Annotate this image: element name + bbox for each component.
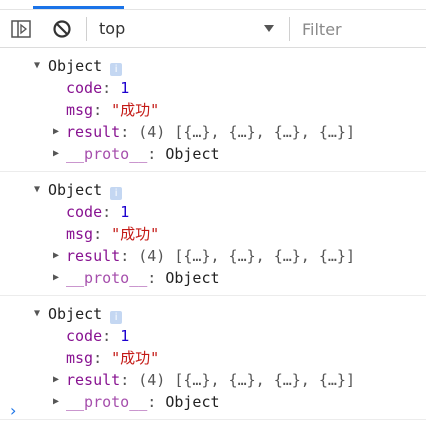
collapsed-triangle-icon[interactable]: ▶	[53, 245, 59, 267]
expanded-triangle-icon[interactable]: ▼	[34, 179, 40, 201]
expanded-triangle-icon[interactable]: ▼	[34, 303, 40, 325]
property-key: code	[66, 203, 103, 221]
console-message: ▼ Object i code: 1 msg: "成功" ▶ result: (4…	[0, 296, 426, 420]
console-message: ▼ Object i code: 1 msg: "成功" ▶ result: (4…	[0, 172, 426, 296]
object-header[interactable]: ▼ Object i	[0, 55, 426, 77]
property-row-expandable[interactable]: ▶ __proto__: Object	[0, 143, 426, 165]
console-message: ▼ Object i code: 1 msg: "成功" ▶ result: (4…	[0, 48, 426, 172]
collapsed-triangle-icon[interactable]: ▶	[53, 121, 59, 143]
property-value: Object	[165, 145, 220, 163]
property-row-expandable[interactable]: ▶ result: (4) [{…}, {…}, {…}, {…}]	[0, 369, 426, 391]
property-row: msg: "成功"	[66, 101, 160, 119]
context-selector-label[interactable]: top	[99, 19, 125, 39]
property-value: "成功"	[111, 225, 160, 243]
collapsed-triangle-icon[interactable]: ▶	[53, 369, 59, 391]
property-row: msg: "成功"	[66, 349, 160, 367]
filter-input[interactable]	[302, 18, 420, 40]
object-header[interactable]: ▼ Object i	[0, 303, 426, 325]
array-summary: (4) [{…}, {…}, {…}, {…}]	[138, 371, 355, 389]
array-summary: (4) [{…}, {…}, {…}, {…}]	[138, 247, 355, 265]
console-prompt-icon[interactable]: ›	[10, 400, 16, 422]
property-key: result	[66, 247, 121, 265]
property-row-expandable[interactable]: ▶ __proto__: Object	[0, 391, 426, 413]
object-title: Object	[48, 181, 103, 199]
sidebar-toggle-icon[interactable]	[11, 20, 31, 38]
expanded-triangle-icon[interactable]: ▼	[34, 55, 40, 77]
property-key: msg	[66, 101, 94, 119]
collapsed-triangle-icon[interactable]: ▶	[53, 143, 59, 165]
property-key: result	[66, 123, 121, 141]
property-value: "成功"	[111, 349, 160, 367]
property-key: code	[66, 79, 103, 97]
property-row: code: 1	[66, 327, 130, 345]
property-row-expandable[interactable]: ▶ __proto__: Object	[0, 267, 426, 289]
property-key: __proto__	[66, 269, 148, 287]
toolbar-divider	[86, 17, 87, 41]
drawer-tab-strip	[0, 0, 426, 10]
property-key: __proto__	[66, 393, 148, 411]
property-key: __proto__	[66, 145, 148, 163]
clear-console-icon[interactable]	[52, 19, 72, 39]
info-icon[interactable]: i	[110, 311, 123, 324]
active-tab-indicator	[33, 6, 124, 9]
collapsed-triangle-icon[interactable]: ▶	[53, 391, 59, 413]
property-key: code	[66, 327, 103, 345]
property-row: msg: "成功"	[66, 225, 160, 243]
object-header[interactable]: ▼ Object i	[0, 179, 426, 201]
property-row-expandable[interactable]: ▶ result: (4) [{…}, {…}, {…}, {…}]	[0, 245, 426, 267]
property-row: code: 1	[66, 79, 130, 97]
console-messages: ▼ Object i code: 1 msg: "成功" ▶ result: (4…	[0, 48, 426, 420]
collapsed-triangle-icon[interactable]: ▶	[53, 267, 59, 289]
array-summary: (4) [{…}, {…}, {…}, {…}]	[138, 123, 355, 141]
property-row-expandable[interactable]: ▶ result: (4) [{…}, {…}, {…}, {…}]	[0, 121, 426, 143]
property-key: msg	[66, 349, 94, 367]
property-value: Object	[165, 269, 220, 287]
property-key: result	[66, 371, 121, 389]
property-value: Object	[165, 393, 220, 411]
property-row: code: 1	[66, 203, 130, 221]
chevron-down-icon[interactable]	[262, 21, 276, 35]
info-icon[interactable]: i	[110, 187, 123, 200]
property-value: 1	[120, 203, 130, 221]
toolbar-divider	[289, 17, 290, 41]
property-value: "成功"	[111, 101, 160, 119]
info-icon[interactable]: i	[110, 63, 123, 76]
object-title: Object	[48, 305, 103, 323]
property-value: 1	[120, 79, 130, 97]
object-title: Object	[48, 57, 103, 75]
property-value: 1	[120, 327, 130, 345]
console-toolbar: top	[0, 11, 426, 48]
property-key: msg	[66, 225, 94, 243]
